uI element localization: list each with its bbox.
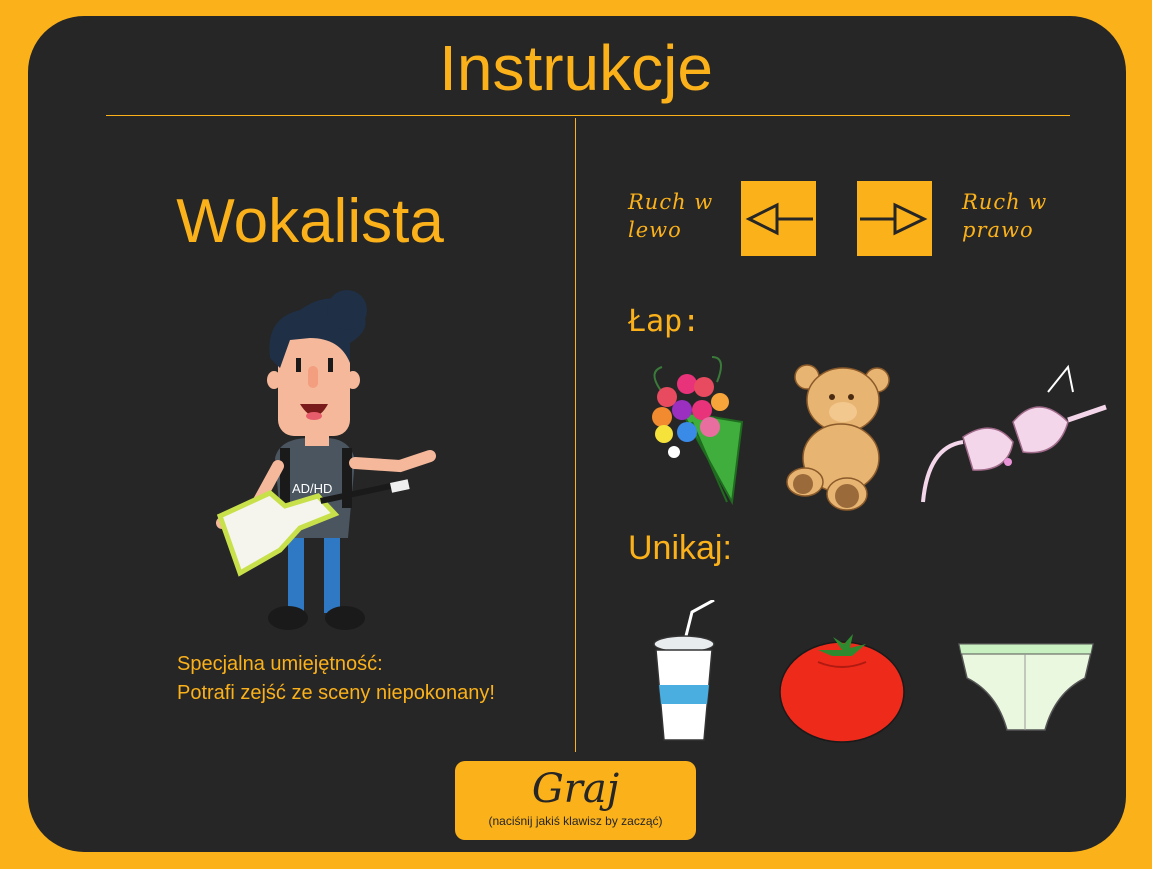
underpants-icon [958, 643, 1094, 731]
play-button[interactable]: Graj (naciśnij jakiś klawisz by zacząć) [455, 761, 696, 840]
character-name: Wokalista [176, 187, 444, 256]
singer-character-image: AD/HD [216, 290, 436, 630]
arrow-left-icon [745, 202, 813, 236]
play-hint: (naciśnij jakiś klawisz by zacząć) [488, 814, 663, 828]
move-left-label: Ruch w lewo [628, 188, 713, 244]
catch-label: Łap: [628, 304, 701, 339]
teddy-bear-icon [786, 364, 890, 511]
move-right-line2: prawo [962, 218, 1034, 242]
drink-cup-icon [653, 600, 715, 741]
move-right-line1: Ruch w [962, 190, 1048, 214]
special-ability-label: Specjalna umiejętność: [177, 653, 383, 675]
special-ability: Specjalna umiejętność: Potrafi zejść ze … [177, 650, 495, 708]
move-left-line2: lewo [628, 218, 682, 242]
move-left-line1: Ruch w [628, 190, 714, 214]
left-arrow-key[interactable] [741, 181, 816, 256]
move-right-label: Ruch w prawo [962, 188, 1047, 244]
tomato-icon [779, 634, 905, 743]
bra-icon [921, 364, 1107, 503]
title-divider [106, 115, 1070, 116]
arrow-right-icon [860, 202, 928, 236]
page-title: Instrukcje [439, 32, 713, 104]
right-arrow-key[interactable] [857, 181, 932, 256]
special-ability-text: Potrafi zejść ze sceny niepokonany! [177, 682, 495, 704]
flower-bouquet-icon [652, 356, 744, 506]
column-divider [575, 118, 576, 752]
play-button-label: Graj [531, 766, 620, 812]
shirt-text: AD/HD [292, 481, 332, 496]
avoid-label: Unikaj: [628, 529, 732, 567]
